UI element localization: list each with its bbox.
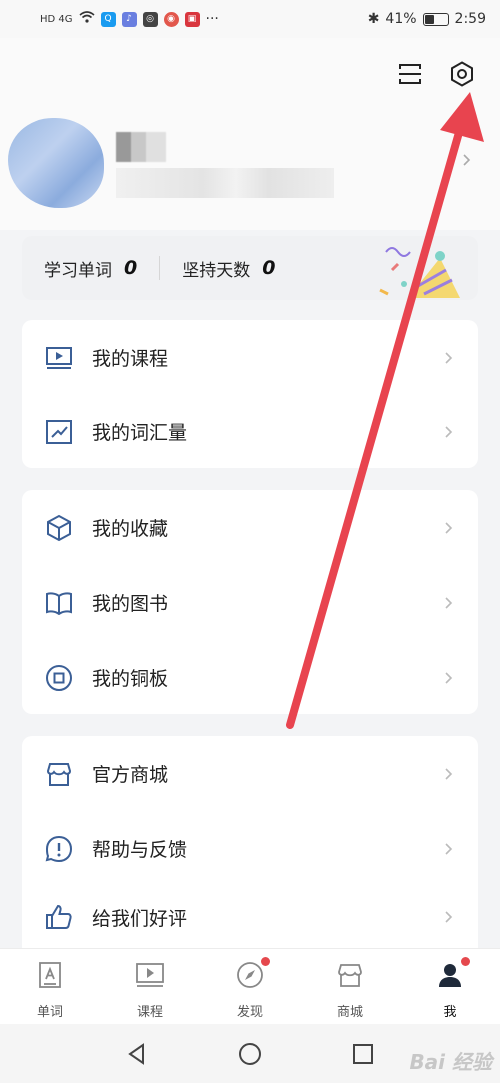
menu-card-assets: 我的收藏 我的图书 我的铜板: [22, 490, 478, 714]
coin-icon: [44, 663, 74, 693]
menu-item-label: 我的课程: [92, 348, 169, 370]
menu-item-official-store[interactable]: 官方商城: [22, 736, 478, 811]
scan-icon: [399, 64, 421, 84]
battery-percent: 41%: [385, 11, 417, 27]
menu-item-label: 我的图书: [92, 593, 169, 615]
watermark: Bai 经验: [409, 1050, 492, 1074]
user-id-blurred: [116, 168, 334, 198]
notification-badge: [461, 957, 470, 966]
tab-label: 商城: [336, 1005, 363, 1020]
store-icon: [44, 759, 74, 789]
status-left: HD 4G Q ♪ ◎ ◉ ▣ ···: [40, 11, 219, 27]
compass-icon: [234, 957, 270, 991]
notification-badge: [261, 957, 270, 966]
tab-label: 我: [443, 1005, 457, 1020]
feedback-icon: [44, 834, 74, 864]
menu-item-my-vocabulary[interactable]: 我的词汇量: [22, 395, 478, 468]
book-icon: [44, 588, 74, 618]
tab-me[interactable]: 我: [400, 949, 500, 1024]
tab-label: 课程: [136, 1005, 163, 1020]
bottom-tab-bar: 单词 课程 发现 商城 我: [0, 948, 500, 1024]
menu-item-label: 官方商城: [92, 764, 169, 786]
back-button[interactable]: [117, 1034, 157, 1074]
username-blurred: [116, 132, 166, 162]
menu-item-label: 我的铜板: [92, 668, 169, 690]
chevron-right-icon: [444, 767, 454, 781]
tab-store[interactable]: 商城: [300, 949, 400, 1024]
recents-button[interactable]: [343, 1034, 383, 1074]
clock: 2:59: [454, 11, 486, 27]
streak-days-value: 0: [262, 257, 276, 279]
settings-icon: [451, 61, 473, 87]
bluetooth-icon: ✱: [367, 11, 380, 27]
status-bar: HD 4G Q ♪ ◎ ◉ ▣ ··· ✱ 41% 2:59: [0, 0, 500, 38]
more-notifications-icon: ···: [205, 11, 219, 27]
status-right: ✱ 41% 2:59: [368, 11, 486, 27]
words-learned-label: 学习单词: [44, 260, 112, 281]
red-app-icon: ▣: [184, 11, 200, 27]
tab-label: 发现: [236, 1005, 263, 1020]
chevron-right-icon: [444, 910, 454, 924]
recents-square-icon: [353, 1043, 374, 1064]
netease-app-icon: ◉: [163, 11, 179, 27]
menu-item-my-coins[interactable]: 我的铜板: [22, 640, 478, 715]
profile-chevron-icon[interactable]: [462, 152, 472, 171]
streak-days-label: 坚持天数: [182, 260, 251, 281]
course-icon: [44, 343, 74, 373]
stats-card: 学习单词 0 坚持天数 0: [22, 236, 478, 300]
vocabulary-chart-icon: [44, 417, 74, 447]
cube-icon: [44, 513, 74, 543]
menu-item-label: 帮助与反馈: [92, 839, 188, 861]
battery-fill: [424, 14, 434, 24]
menu-item-help-feedback[interactable]: 帮助与反馈: [22, 811, 478, 886]
tab-label: 单词: [36, 1005, 63, 1020]
menu-card-learning: 我的课程 我的词汇量: [22, 320, 478, 468]
menu-card-service: 官方商城 帮助与反馈 给我们好评: [22, 736, 478, 948]
user-icon: [434, 957, 470, 991]
chevron-right-icon: [444, 521, 454, 535]
profile-header: [0, 38, 500, 230]
menu-item-my-favorites[interactable]: 我的收藏: [22, 490, 478, 565]
chevron-right-icon: [444, 842, 454, 856]
chevron-right-icon: [444, 351, 454, 365]
avatar[interactable]: [8, 118, 104, 208]
store-icon: [334, 959, 366, 991]
home-button[interactable]: [230, 1034, 270, 1074]
tab-words[interactable]: 单词: [0, 949, 100, 1024]
app-icon: ◎: [142, 11, 158, 27]
music-app-icon: ♪: [121, 11, 137, 27]
word-icon: [34, 959, 66, 991]
network-indicator: HD 4G: [40, 13, 73, 25]
thumbs-up-icon: [44, 902, 74, 932]
home-circle-icon: [238, 1042, 261, 1065]
wifi-icon: [78, 11, 95, 27]
course-icon: [134, 959, 166, 991]
back-triangle-icon: [127, 1042, 144, 1065]
chevron-right-icon: [444, 671, 454, 685]
stats-divider: [159, 256, 161, 280]
menu-item-label: 我的词汇量: [92, 422, 188, 444]
search-app-icon: Q: [100, 11, 116, 27]
menu-item-label: 我的收藏: [92, 518, 169, 540]
scan-button[interactable]: [392, 56, 428, 92]
tab-discover[interactable]: 发现: [200, 949, 300, 1024]
menu-item-rate-us[interactable]: 给我们好评: [22, 886, 478, 948]
chevron-right-icon: [444, 425, 454, 439]
menu-item-my-courses[interactable]: 我的课程: [22, 320, 478, 395]
menu-item-label: 给我们好评: [92, 907, 188, 930]
system-nav-bar: Bai 经验: [0, 1024, 500, 1083]
party-hat-icon: [379, 247, 460, 298]
battery-icon: [422, 12, 449, 26]
words-learned-value: 0: [124, 257, 138, 279]
menu-item-my-books[interactable]: 我的图书: [22, 565, 478, 640]
settings-button[interactable]: [444, 56, 480, 92]
chevron-right-icon: [444, 596, 454, 610]
tab-courses[interactable]: 课程: [100, 949, 200, 1024]
